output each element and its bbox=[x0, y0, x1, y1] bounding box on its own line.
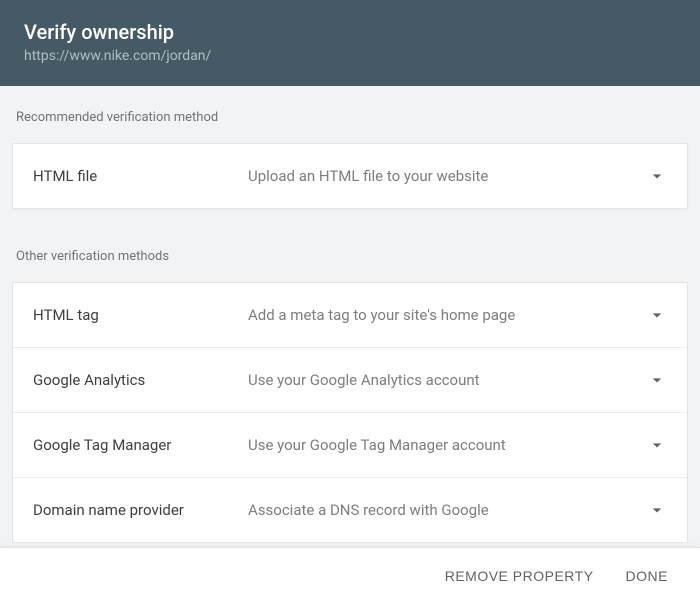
method-description: Upload an HTML file to your website bbox=[248, 167, 647, 185]
dialog-header: Verify ownership https://www.nike.com/jo… bbox=[0, 0, 700, 86]
done-button[interactable]: DONE bbox=[616, 560, 678, 592]
chevron-down-icon bbox=[647, 166, 667, 186]
chevron-down-icon bbox=[647, 500, 667, 520]
remove-property-button[interactable]: REMOVE PROPERTY bbox=[435, 560, 604, 592]
dialog-footer: REMOVE PROPERTY DONE bbox=[0, 547, 700, 603]
method-name: HTML tag bbox=[33, 306, 248, 324]
property-url: https://www.nike.com/jordan/ bbox=[24, 48, 676, 64]
method-name: Google Analytics bbox=[33, 371, 248, 389]
method-name: HTML file bbox=[33, 167, 248, 185]
method-google-analytics[interactable]: Google Analytics Use your Google Analyti… bbox=[13, 347, 687, 412]
chevron-down-icon bbox=[647, 370, 667, 390]
method-domain-name-provider[interactable]: Domain name provider Associate a DNS rec… bbox=[13, 477, 687, 542]
recommended-section-label: Recommended verification method bbox=[16, 110, 688, 125]
method-description: Use your Google Tag Manager account bbox=[248, 436, 647, 454]
method-description: Use your Google Analytics account bbox=[248, 371, 647, 389]
method-description: Associate a DNS record with Google bbox=[248, 501, 647, 519]
method-name: Domain name provider bbox=[33, 501, 248, 519]
method-name: Google Tag Manager bbox=[33, 436, 248, 454]
chevron-down-icon bbox=[647, 435, 667, 455]
method-description: Add a meta tag to your site's home page bbox=[248, 306, 647, 324]
dialog-title: Verify ownership bbox=[24, 20, 676, 44]
method-html-tag[interactable]: HTML tag Add a meta tag to your site's h… bbox=[13, 283, 687, 347]
other-section-label: Other verification methods bbox=[16, 249, 688, 264]
recommended-method-panel: HTML file Upload an HTML file to your we… bbox=[12, 143, 688, 209]
other-methods-panel: HTML tag Add a meta tag to your site's h… bbox=[12, 282, 688, 543]
method-google-tag-manager[interactable]: Google Tag Manager Use your Google Tag M… bbox=[13, 412, 687, 477]
method-html-file[interactable]: HTML file Upload an HTML file to your we… bbox=[13, 144, 687, 208]
dialog-content: Recommended verification method HTML fil… bbox=[0, 86, 700, 543]
chevron-down-icon bbox=[647, 305, 667, 325]
